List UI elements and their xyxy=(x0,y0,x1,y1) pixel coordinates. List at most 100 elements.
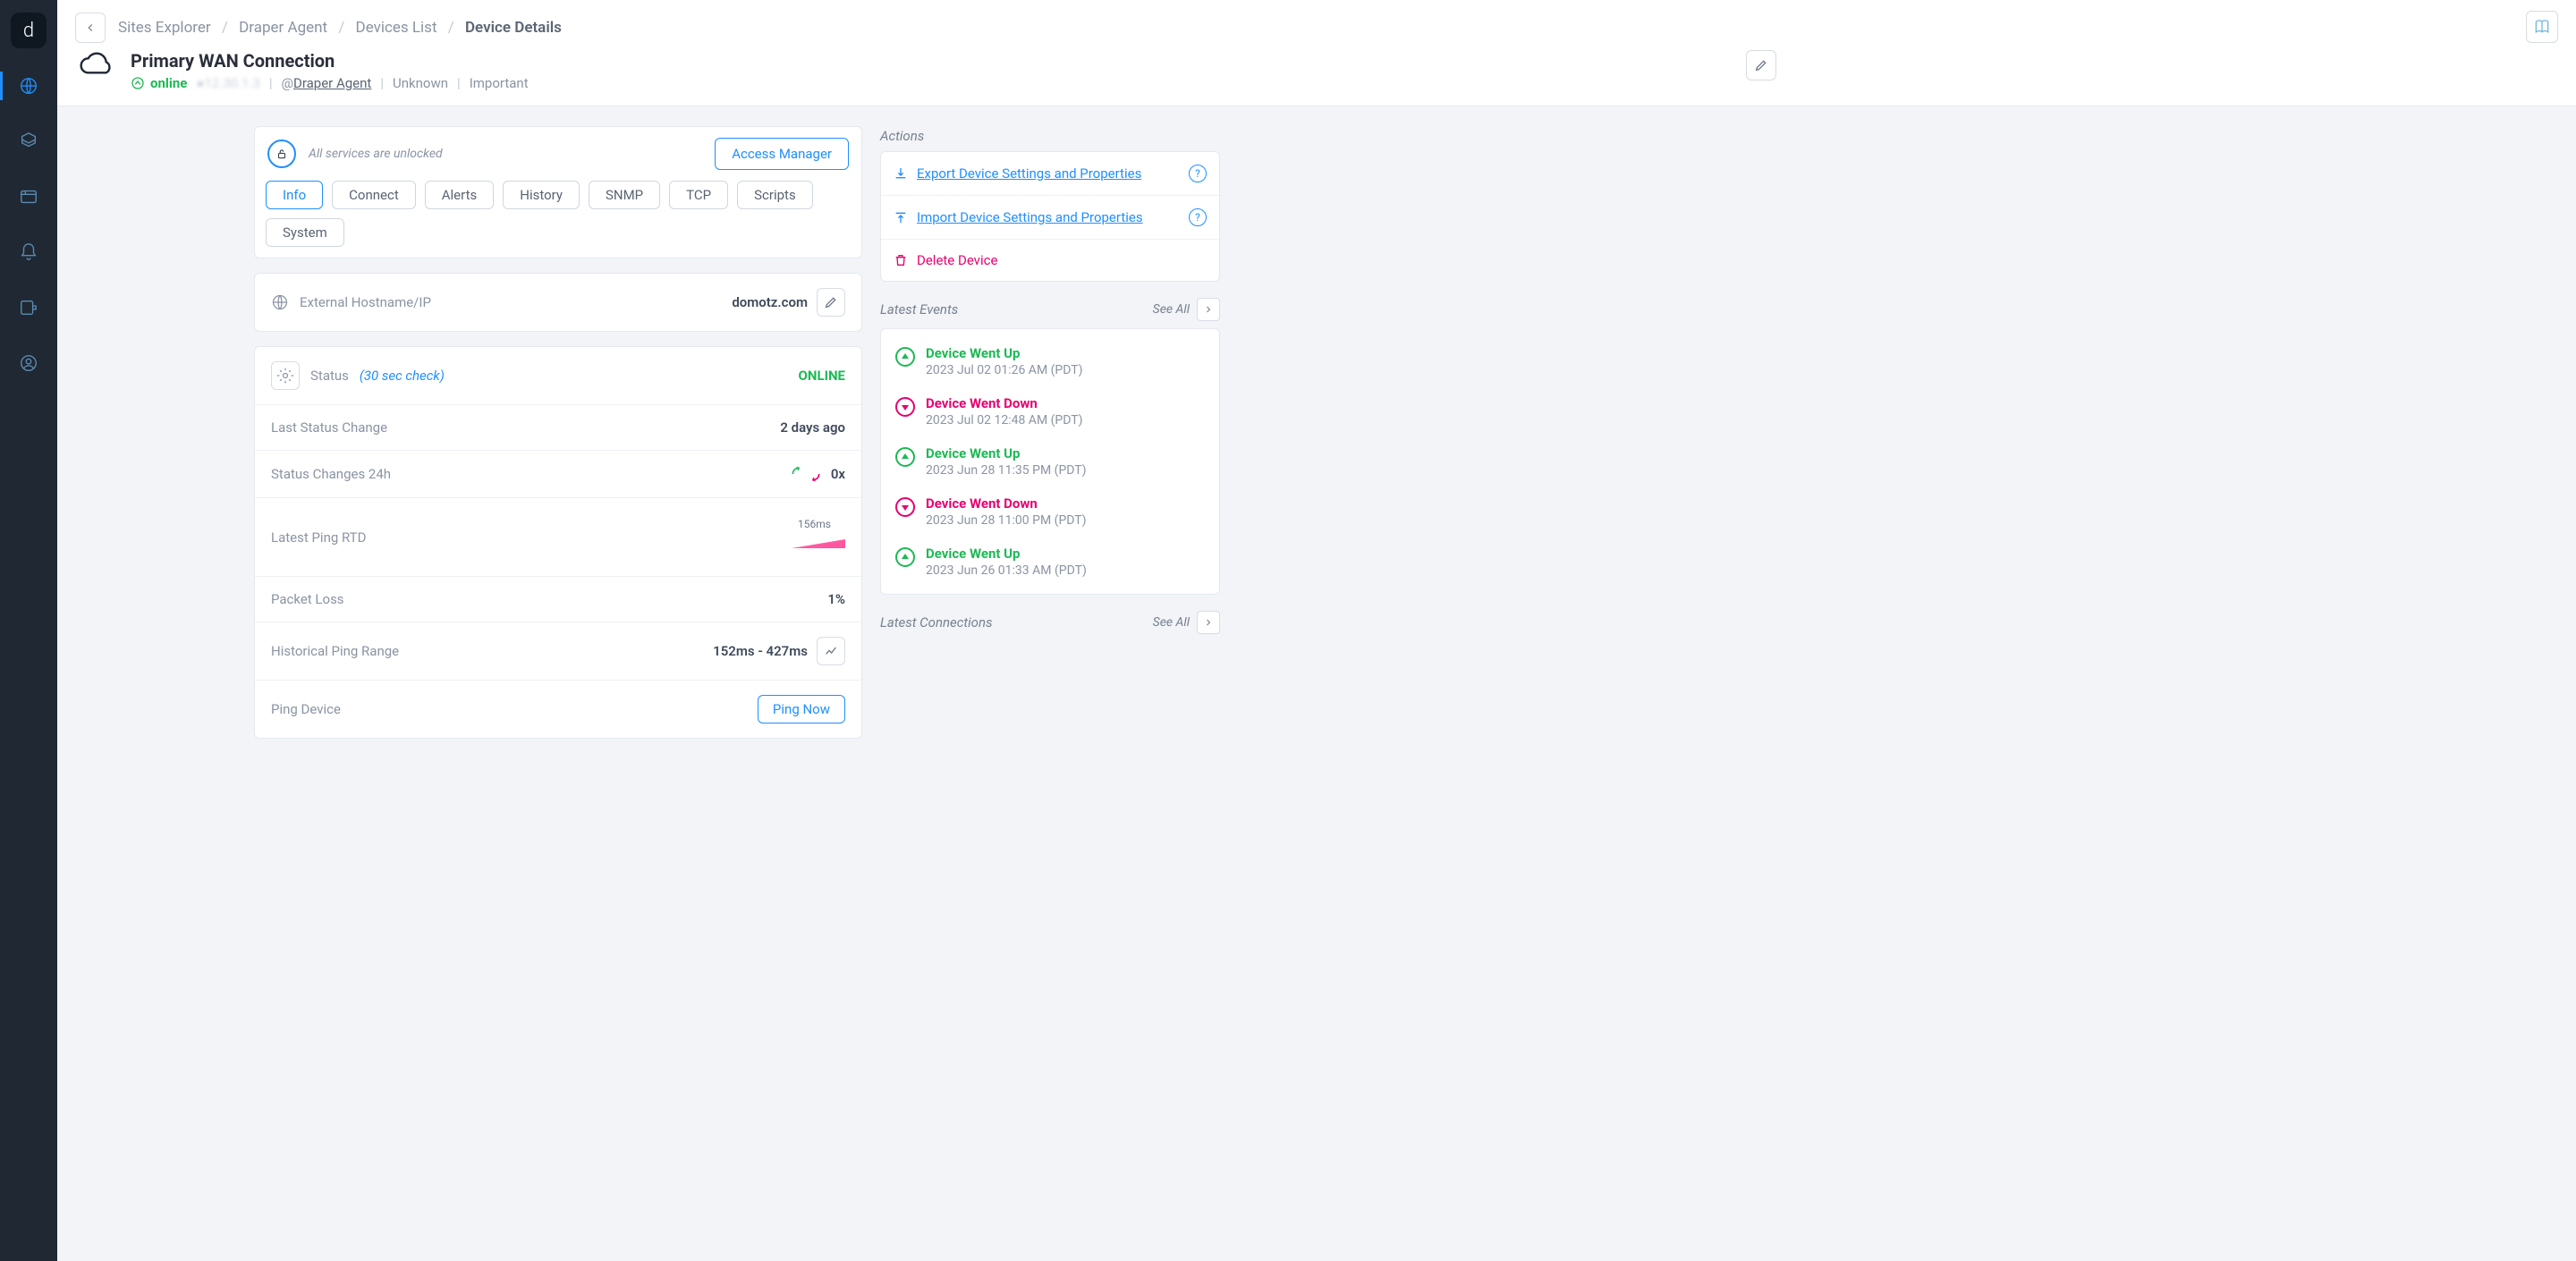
packet-loss-value: 1% xyxy=(827,591,845,607)
help-icon[interactable]: ? xyxy=(1189,165,1207,182)
see-all-events[interactable]: See All xyxy=(1153,302,1190,317)
nav-sites-icon[interactable] xyxy=(0,68,57,104)
unlock-icon xyxy=(267,140,296,168)
arrow-up-icon xyxy=(895,547,915,567)
chevron-right-icon[interactable] xyxy=(1197,611,1220,634)
import-settings-link[interactable]: Import Device Settings and Properties xyxy=(894,209,1143,225)
packet-loss-label: Packet Loss xyxy=(271,591,344,607)
docs-button[interactable] xyxy=(2526,11,2558,43)
device-priority: Important xyxy=(470,75,529,91)
tab-scripts[interactable]: Scripts xyxy=(737,181,813,209)
event-item[interactable]: Device Went Down 2023 Jun 28 11:00 PM (P… xyxy=(881,487,1219,537)
nav-account-icon[interactable] xyxy=(0,345,57,381)
sidebar: d xyxy=(0,0,57,1261)
main: Sites Explorer / Draper Agent / Devices … xyxy=(57,0,2576,1261)
download-icon xyxy=(894,166,908,181)
gear-icon[interactable] xyxy=(271,361,300,390)
see-all-connections[interactable]: See All xyxy=(1153,615,1190,630)
arrow-down-icon xyxy=(895,397,915,417)
status-card: Status (30 sec check) ONLINE Last Status… xyxy=(254,346,862,739)
back-button[interactable] xyxy=(75,13,106,43)
connections-title: Latest Connections See All xyxy=(880,611,1220,634)
event-date: 2023 Jul 02 01:26 AM (PDT) xyxy=(926,363,1083,377)
hostname-label: External Hostname/IP xyxy=(300,294,431,310)
events-title: Latest Events See All xyxy=(880,298,1220,321)
content: All services are unlocked Access Manager… xyxy=(57,106,2576,1261)
last-change-value: 2 days ago xyxy=(780,419,845,436)
device-type: Unknown xyxy=(393,75,448,91)
unlock-text: All services are unlocked xyxy=(309,147,443,161)
tab-system[interactable]: System xyxy=(266,218,344,247)
tab-tcp[interactable]: TCP xyxy=(669,181,728,209)
event-item[interactable]: Device Went Up 2023 Jun 26 01:33 AM (PDT… xyxy=(881,537,1219,587)
status-value: ONLINE xyxy=(799,368,845,384)
agent-link[interactable]: Draper Agent xyxy=(293,75,371,91)
arrow-down-icon xyxy=(895,497,915,517)
cloud-icon xyxy=(77,50,116,82)
access-manager-button[interactable]: Access Manager xyxy=(715,138,849,170)
actions-title: Actions xyxy=(880,128,1220,144)
crumb-devices[interactable]: Devices List xyxy=(356,19,437,37)
event-item[interactable]: Device Went Up 2023 Jun 28 11:35 PM (PDT… xyxy=(881,436,1219,487)
events-card: Device Went Up 2023 Jul 02 01:26 AM (PDT… xyxy=(880,328,1220,595)
hist-range-label: Historical Ping Range xyxy=(271,643,399,659)
tab-history[interactable]: History xyxy=(503,181,580,209)
hostname-card: External Hostname/IP domotz.com xyxy=(254,273,862,332)
right-column: Actions Export Device Settings and Prope… xyxy=(880,126,1220,1240)
unlock-card: All services are unlocked Access Manager… xyxy=(254,126,862,258)
topbar: Sites Explorer / Draper Agent / Devices … xyxy=(57,0,2576,106)
arrow-up-icon xyxy=(895,347,915,367)
nav-alerts-icon[interactable] xyxy=(0,234,57,270)
crumb-agent[interactable]: Draper Agent xyxy=(239,19,327,37)
crumb-current: Device Details xyxy=(465,19,562,37)
help-icon[interactable]: ? xyxy=(1189,208,1207,226)
actions-card: Export Device Settings and Properties ? … xyxy=(880,151,1220,282)
hist-range-value: 152ms - 427ms xyxy=(713,643,808,659)
event-item[interactable]: Device Went Up 2023 Jul 02 01:26 AM (PDT… xyxy=(881,336,1219,386)
event-title: Device Went Down xyxy=(926,395,1083,411)
tab-connect[interactable]: Connect xyxy=(332,181,416,209)
event-date: 2023 Jun 28 11:00 PM (PDT) xyxy=(926,513,1087,528)
event-title: Device Went Down xyxy=(926,495,1087,512)
device-ip: ●12.30.1.3 xyxy=(196,75,260,91)
nav-inventory-icon[interactable] xyxy=(0,123,57,159)
tab-snmp[interactable]: SNMP xyxy=(589,181,660,209)
event-date: 2023 Jun 28 11:35 PM (PDT) xyxy=(926,463,1087,478)
page-title: Primary WAN Connection xyxy=(131,50,529,72)
event-date: 2023 Jul 02 12:48 AM (PDT) xyxy=(926,413,1083,427)
tabs: Info Connect Alerts History SNMP TCP Scr… xyxy=(255,181,861,258)
chevron-right-icon[interactable] xyxy=(1197,298,1220,321)
chart-icon-button[interactable] xyxy=(817,637,845,665)
device-meta: online ●12.30.1.3 | @Draper Agent | Unkn… xyxy=(131,75,529,91)
cycle-down-icon xyxy=(804,465,822,483)
left-column: All services are unlocked Access Manager… xyxy=(254,126,862,1240)
nav-integrations-icon[interactable] xyxy=(0,290,57,326)
nav-dashboard-icon[interactable] xyxy=(0,179,57,215)
event-title: Device Went Up xyxy=(926,546,1087,562)
delete-device-link[interactable]: Delete Device xyxy=(894,252,997,268)
tab-alerts[interactable]: Alerts xyxy=(425,181,495,209)
ping-now-button[interactable]: Ping Now xyxy=(758,695,845,724)
rtd-peak: 156ms xyxy=(798,518,831,530)
ping-device-label: Ping Device xyxy=(271,701,341,717)
breadcrumb: Sites Explorer / Draper Agent / Devices … xyxy=(118,19,562,37)
status-label: Status xyxy=(310,368,349,384)
arrow-up-icon xyxy=(895,447,915,467)
app-logo: d xyxy=(11,13,47,48)
changes24-label: Status Changes 24h xyxy=(271,466,391,482)
event-item[interactable]: Device Went Down 2023 Jul 02 12:48 AM (P… xyxy=(881,386,1219,436)
event-title: Device Went Up xyxy=(926,445,1087,461)
crumb-sites[interactable]: Sites Explorer xyxy=(118,19,211,37)
rtd-label: Latest Ping RTD xyxy=(271,529,366,546)
changes24-value: 0x xyxy=(831,466,845,482)
status-badge: online xyxy=(131,75,187,91)
upload-icon xyxy=(894,210,908,224)
event-date: 2023 Jun 26 01:33 AM (PDT) xyxy=(926,563,1087,578)
tab-info[interactable]: Info xyxy=(266,181,323,209)
globe-icon xyxy=(271,293,289,311)
export-settings-link[interactable]: Export Device Settings and Properties xyxy=(894,165,1141,182)
edit-device-button[interactable] xyxy=(1746,50,1776,80)
hostname-value: domotz.com xyxy=(732,294,808,310)
event-title: Device Went Up xyxy=(926,345,1083,361)
edit-hostname-button[interactable] xyxy=(817,288,845,317)
